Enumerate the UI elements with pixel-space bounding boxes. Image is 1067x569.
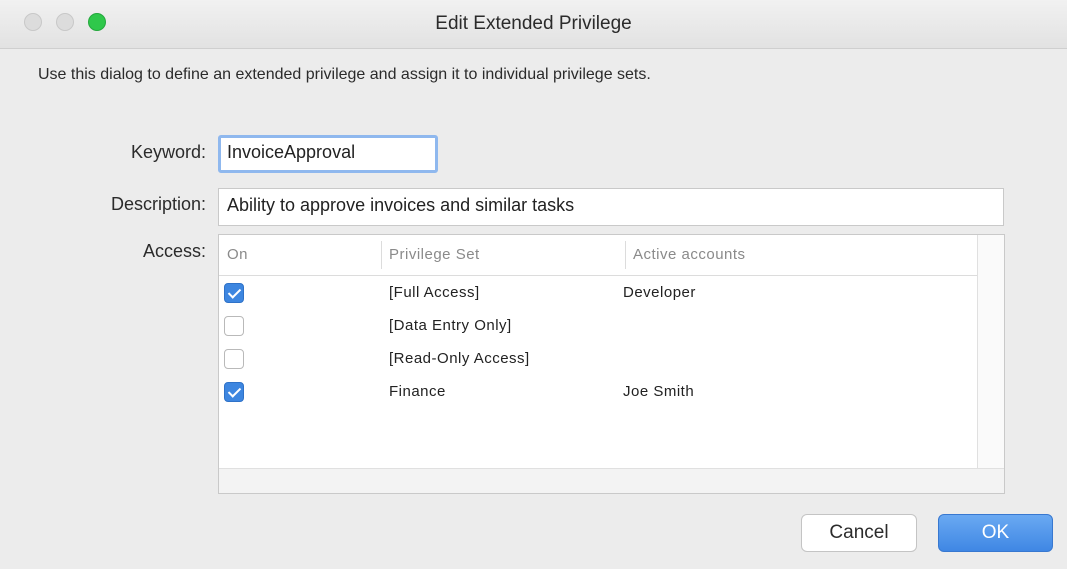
column-divider[interactable] [381,241,382,269]
edit-extended-privilege-dialog: Edit Extended Privilege Use this dialog … [0,0,1067,569]
privilege-set-cell: [Read-Only Access] [389,350,530,367]
horizontal-scrollbar[interactable] [219,468,1004,493]
column-header-on[interactable]: On [227,246,248,263]
column-divider[interactable] [625,241,626,269]
table-row[interactable]: [Read-Only Access] [219,343,978,376]
active-accounts-cell: Joe Smith [623,383,695,400]
active-accounts-cell: Developer [623,284,696,301]
access-table: On Privilege Set Active accounts [Full A… [218,234,1005,494]
table-header: On Privilege Set Active accounts [219,235,1004,276]
row-checkbox[interactable] [224,349,244,369]
row-checkbox[interactable] [224,382,244,402]
description-label: Description: [110,194,206,214]
keyword-input[interactable]: InvoiceApproval [218,135,438,173]
vertical-scrollbar[interactable] [977,235,1004,469]
row-checkbox[interactable] [224,316,244,336]
ok-button[interactable]: OK [938,514,1053,552]
privilege-set-cell: [Data Entry Only] [389,317,512,334]
privilege-set-cell: [Full Access] [389,284,480,301]
row-checkbox[interactable] [224,283,244,303]
table-row[interactable]: [Full Access] Developer [219,277,978,310]
title-bar: Edit Extended Privilege [0,0,1067,49]
description-input[interactable]: Ability to approve invoices and similar … [218,188,1004,226]
dialog-instructions: Use this dialog to define an extended pr… [38,66,651,83]
table-row[interactable]: Finance Joe Smith [219,376,978,409]
privilege-set-cell: Finance [389,383,446,400]
cancel-button[interactable]: Cancel [801,514,917,552]
table-row[interactable]: [Data Entry Only] [219,310,978,343]
keyword-label: Keyword: [130,142,206,162]
column-header-active-accounts[interactable]: Active accounts [633,246,746,263]
window-title: Edit Extended Privilege [435,13,632,34]
column-header-privilege-set[interactable]: Privilege Set [389,246,480,263]
access-label: Access: [142,241,206,261]
